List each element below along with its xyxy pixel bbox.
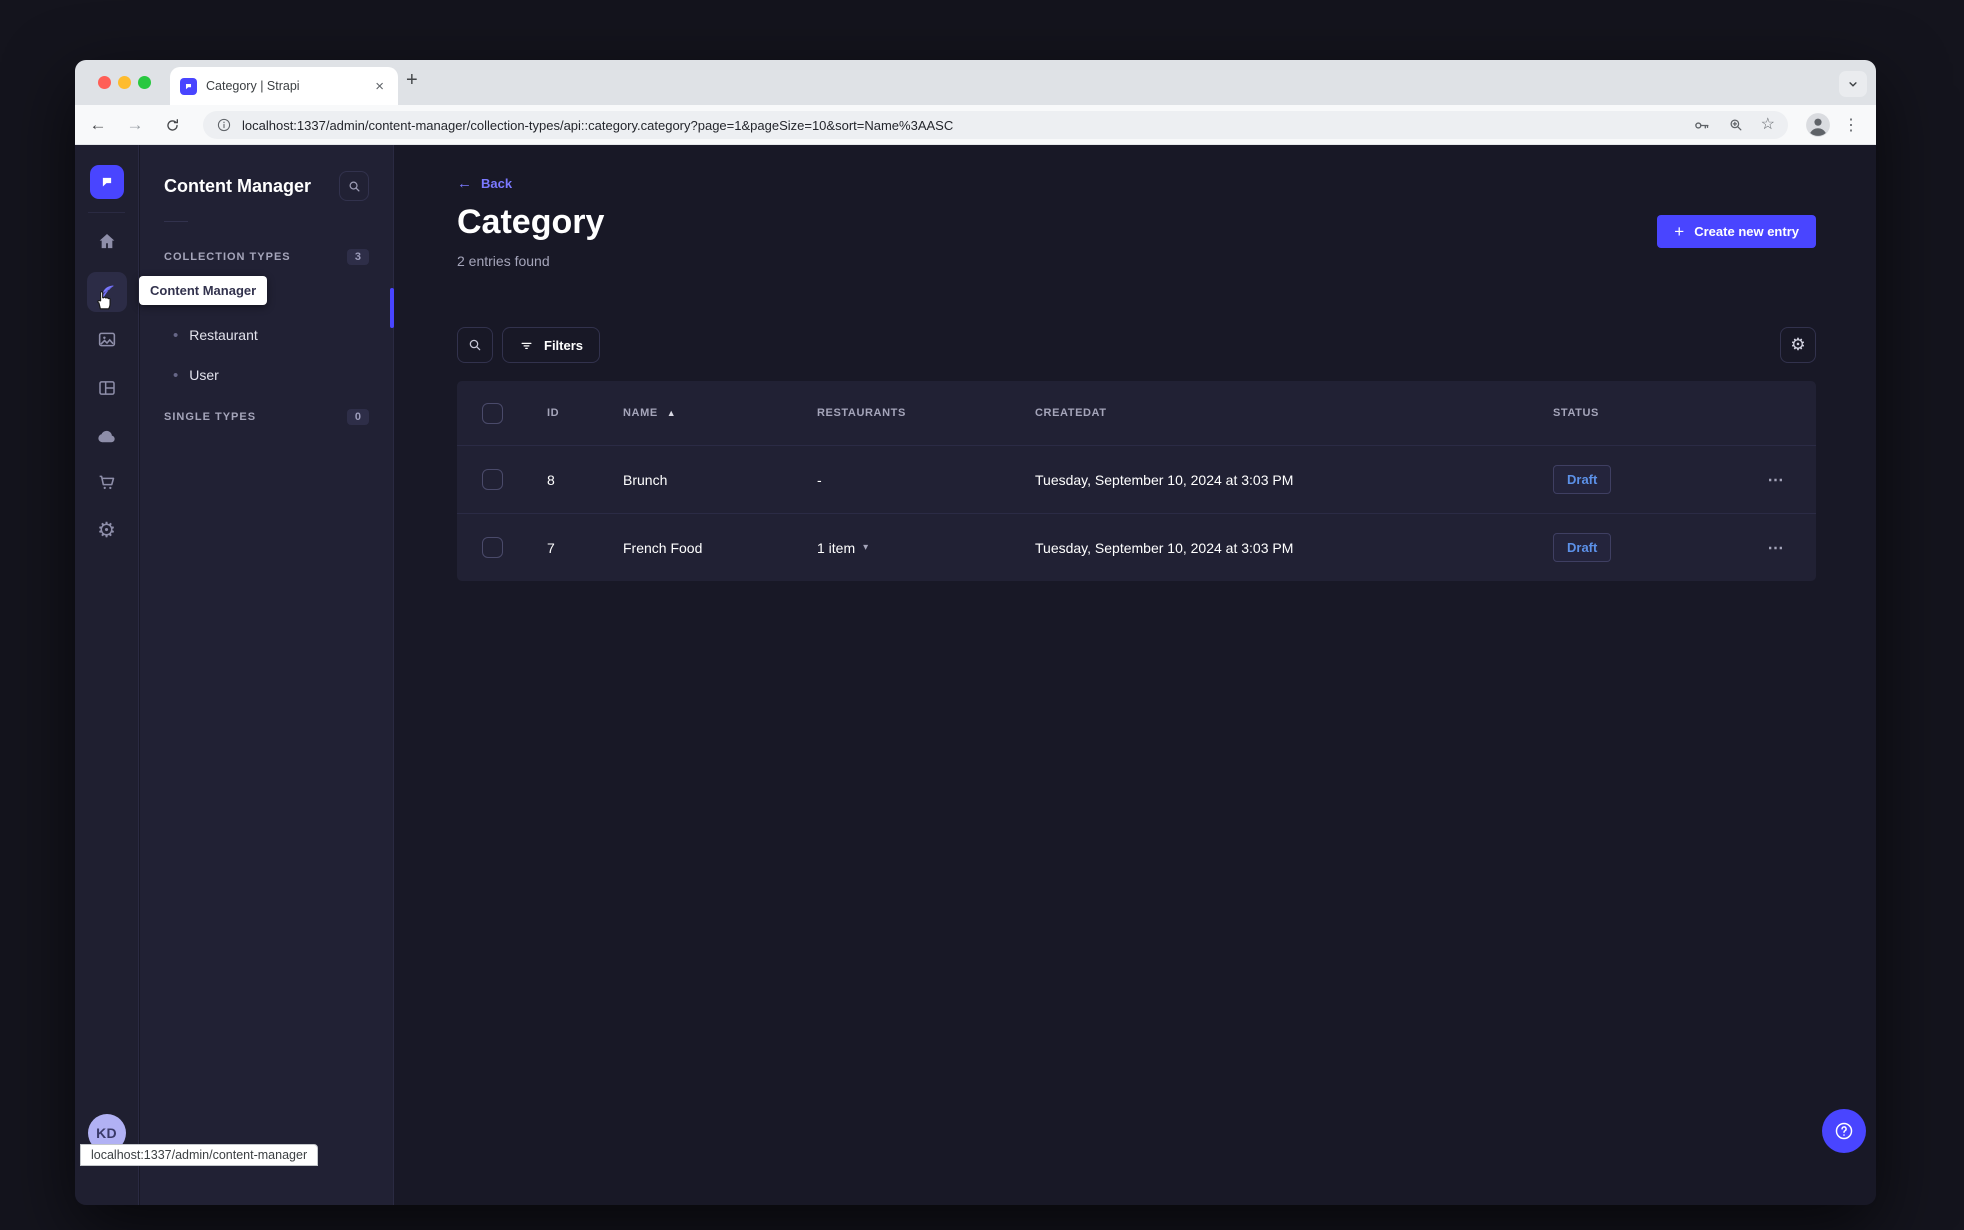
browser-forward-icon[interactable]: →	[120, 105, 150, 145]
filters-label: Filters	[544, 337, 584, 353]
caret-down-icon: ▾	[863, 542, 869, 553]
browser-toolbar: ← → localhost:1337/admin/content-manager…	[75, 105, 1876, 145]
reload-icon[interactable]	[157, 105, 187, 145]
select-all-checkbox[interactable]	[482, 402, 503, 424]
strapi-app: ⚙ KD Content Manager COLLECTION TYPES 3 …	[75, 145, 1876, 1205]
search-icon	[469, 339, 481, 351]
cell-name: Brunch	[623, 471, 668, 488]
sidebar-item-label: Restaurant	[189, 327, 258, 343]
bookmark-star-icon[interactable]: ☆	[1761, 117, 1775, 133]
sidebar-item-user[interactable]: • User	[164, 355, 369, 395]
table-row[interactable]: 7 French Food 1 item ▾ Tuesday, Septembe…	[457, 513, 1816, 581]
subnav-title: Content Manager	[164, 175, 312, 196]
tab-strip: Category | Strapi × +	[75, 60, 1876, 105]
subnav-divider	[164, 221, 188, 222]
entries-table: ID NAME ▲ RESTAURANTS CREATEDAT STATUS 8…	[457, 381, 1816, 581]
cell-restaurants: -	[817, 471, 822, 488]
status-badge: Draft	[1553, 465, 1737, 494]
back-arrow-icon: ←	[457, 175, 472, 192]
cell-createdat: Tuesday, September 10, 2024 at 3:03 PM	[1035, 539, 1294, 556]
row-actions-button[interactable]: ⋯	[1768, 470, 1786, 490]
back-link[interactable]: ← Back	[457, 175, 512, 192]
sidebar-item-restaurant[interactable]: • Restaurant	[164, 315, 369, 355]
new-tab-button[interactable]: +	[406, 69, 418, 92]
page-title: Category	[457, 203, 605, 241]
question-mark-icon	[1835, 1122, 1853, 1140]
cell-name: French Food	[623, 539, 703, 556]
site-info-icon[interactable]	[216, 117, 232, 133]
view-settings-button[interactable]: ⚙	[1780, 327, 1816, 363]
column-header-restaurants: RESTAURANTS	[817, 407, 906, 419]
row-checkbox[interactable]	[482, 537, 503, 558]
column-header-createdat: CREATEDAT	[1035, 407, 1107, 419]
active-item-indicator	[390, 288, 394, 328]
help-button[interactable]	[1822, 1109, 1866, 1153]
relation-count-label: 1 item	[817, 539, 856, 556]
bullet-icon: •	[173, 326, 179, 344]
single-types-count-badge: 0	[346, 409, 369, 425]
mouse-cursor	[91, 287, 116, 317]
bullet-icon: •	[173, 366, 179, 384]
rail-divider	[88, 212, 125, 213]
cell-id: 8	[547, 471, 555, 488]
entries-count: 2 entries found	[457, 253, 550, 269]
filters-button[interactable]: Filters	[502, 327, 601, 363]
media-library-icon[interactable]	[96, 329, 117, 350]
strapi-logo[interactable]	[89, 165, 124, 199]
content-manager-tooltip: Content Manager	[139, 276, 268, 305]
address-bar[interactable]: localhost:1337/admin/content-manager/col…	[203, 111, 1788, 139]
column-header-id[interactable]: ID	[547, 407, 623, 419]
content-type-builder-icon[interactable]	[97, 378, 117, 398]
browser-profile-avatar[interactable]	[1805, 112, 1831, 138]
cell-createdat: Tuesday, September 10, 2024 at 3:03 PM	[1035, 471, 1294, 488]
column-header-name[interactable]: NAME ▲	[623, 407, 817, 419]
search-icon	[349, 181, 359, 191]
column-header-status: STATUS	[1553, 407, 1599, 419]
browser-tab[interactable]: Category | Strapi ×	[170, 67, 398, 105]
cell-id: 7	[547, 539, 555, 556]
sort-asc-icon: ▲	[666, 408, 677, 418]
search-button[interactable]	[457, 327, 493, 363]
column-header-name-label: NAME	[623, 407, 658, 419]
row-actions-button[interactable]: ⋯	[1768, 538, 1786, 558]
zoom-icon[interactable]	[1727, 116, 1745, 134]
tab-title: Category | Strapi	[206, 79, 300, 93]
window-zoom-button[interactable]	[138, 76, 151, 89]
password-key-icon[interactable]	[1692, 116, 1711, 135]
subnav-search-button[interactable]	[339, 171, 369, 201]
strapi-favicon-icon	[180, 77, 197, 95]
browser-menu-icon[interactable]: ⋮	[1839, 105, 1863, 145]
row-checkbox[interactable]	[482, 469, 503, 490]
main-content: ← Back Category 2 entries found + Create…	[395, 145, 1876, 1205]
table-row[interactable]: 8 Brunch - Tuesday, September 10, 2024 a…	[457, 445, 1816, 513]
browser-window: Category | Strapi × + ← → localhost:1337…	[75, 60, 1876, 1205]
browser-back-icon[interactable]: ←	[83, 105, 113, 145]
collection-types-label: COLLECTION TYPES	[164, 251, 291, 263]
cloud-icon[interactable]	[95, 425, 118, 448]
url-text: localhost:1337/admin/content-manager/col…	[242, 117, 954, 133]
single-types-label: SINGLE TYPES	[164, 411, 257, 423]
plus-icon: +	[1674, 221, 1685, 241]
tab-close-icon[interactable]: ×	[371, 77, 388, 96]
chevron-down-icon	[1849, 82, 1857, 87]
settings-gear-icon[interactable]: ⚙	[97, 518, 116, 543]
sidebar-item-label: User	[189, 367, 219, 383]
gear-icon: ⚙	[1790, 335, 1806, 354]
status-bar-url: localhost:1337/admin/content-manager	[80, 1144, 319, 1166]
window-close-button[interactable]	[98, 76, 111, 89]
home-icon[interactable]	[96, 231, 117, 252]
create-new-entry-button[interactable]: + Create new entry	[1657, 215, 1816, 248]
cell-restaurants[interactable]: 1 item ▾	[817, 540, 1035, 556]
create-new-entry-label: Create new entry	[1694, 224, 1799, 239]
collection-types-count-badge: 3	[346, 249, 369, 265]
table-header-row: ID NAME ▲ RESTAURANTS CREATEDAT STATUS	[457, 381, 1816, 445]
list-controls: Filters ⚙	[457, 327, 1816, 363]
status-badge: Draft	[1553, 533, 1737, 562]
back-label: Back	[481, 176, 513, 191]
filter-icon	[521, 342, 532, 349]
marketplace-cart-icon[interactable]	[96, 472, 117, 493]
tab-search-button[interactable]	[1839, 71, 1867, 97]
window-minimize-button[interactable]	[118, 76, 131, 89]
